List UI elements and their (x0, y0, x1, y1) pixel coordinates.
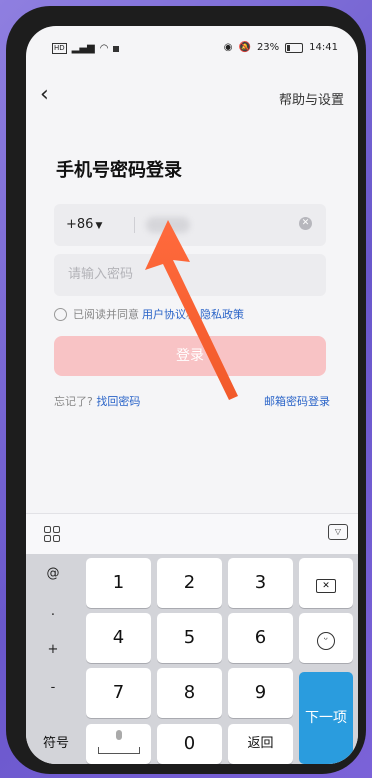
space-key[interactable] (86, 724, 151, 764)
notification-icon (113, 45, 120, 52)
and-text: 和 (186, 308, 197, 321)
agree-checkbox[interactable] (54, 307, 67, 321)
keyboard-toolbar: ▽ (26, 513, 358, 554)
key-plus[interactable]: + (30, 642, 76, 657)
key-5[interactable]: 5 (157, 613, 222, 663)
backspace-icon: ✕ (316, 579, 336, 593)
clear-icon[interactable]: ✕ (299, 217, 312, 230)
key-3[interactable]: 3 (228, 558, 293, 608)
country-code-selector[interactable]: +86 ▼ (66, 217, 102, 232)
key-2[interactable]: 2 (157, 558, 222, 608)
numeric-keyboard: @ . + - 1 2 3 4 5 6 7 8 9 ✕ ᵕ 下一项 符号 0 返… (26, 554, 358, 764)
apps-grid-icon[interactable] (44, 526, 60, 542)
phone-frame: HD ▂▄▆ ◠ ◉ 🔕 23% 14:41 ‹ 帮助与设置 手机号密码登录 +… (6, 6, 366, 774)
agreement-row: 已阅读并同意 用户协议 和 隐私政策 (54, 306, 244, 322)
key-4[interactable]: 4 (86, 613, 151, 663)
next-button[interactable]: 下一项 (299, 672, 353, 764)
space-icon (97, 747, 140, 754)
status-bar: HD ▂▄▆ ◠ ◉ 🔕 23% 14:41 (26, 26, 358, 58)
password-field-container (54, 254, 326, 296)
page-title: 手机号密码登录 (56, 160, 182, 181)
smiley-icon: ᵕ (317, 632, 335, 650)
hd-badge: HD (52, 43, 67, 54)
signal-icon: ▂▄▆ (71, 43, 95, 54)
battery-icon (285, 42, 304, 53)
user-agreement-link[interactable]: 用户协议 (142, 306, 186, 322)
wifi-icon: ◠ (99, 43, 109, 54)
key-dot[interactable]: . (30, 604, 76, 619)
agree-prefix: 已阅读并同意 (73, 308, 139, 321)
symbols-key[interactable]: 符号 (30, 724, 82, 764)
key-1[interactable]: 1 (86, 558, 151, 608)
help-settings-link[interactable]: 帮助与设置 (279, 89, 344, 108)
emoji-key[interactable]: ᵕ (299, 613, 353, 663)
screen: HD ▂▄▆ ◠ ◉ 🔕 23% 14:41 ‹ 帮助与设置 手机号密码登录 +… (26, 26, 358, 764)
eye-icon: ◉ (223, 42, 233, 53)
forgot-password-row: 忘记了? 找回密码 (54, 393, 140, 409)
recover-password-link[interactable]: 找回密码 (96, 395, 140, 408)
forgot-prefix: 忘记了? (54, 395, 93, 408)
key-7[interactable]: 7 (86, 668, 151, 718)
key-9[interactable]: 9 (228, 668, 293, 718)
delete-key[interactable]: ✕ (299, 558, 353, 608)
microphone-icon (115, 730, 122, 740)
key-minus[interactable]: - (30, 680, 76, 695)
hide-keyboard-icon[interactable]: ▽ (328, 524, 348, 540)
email-login-link[interactable]: 邮箱密码登录 (264, 393, 330, 409)
privacy-policy-link[interactable]: 隐私政策 (200, 306, 244, 322)
caret-down-icon: ▼ (95, 221, 103, 231)
key-at[interactable]: @ (30, 566, 76, 581)
divider (134, 217, 135, 233)
key-6[interactable]: 6 (228, 613, 293, 663)
key-0[interactable]: 0 (157, 724, 222, 764)
return-key[interactable]: 返回 (228, 724, 293, 764)
battery-percent: 23% (256, 42, 280, 53)
clock: 14:41 (309, 42, 338, 53)
back-button[interactable]: ‹ (40, 84, 49, 106)
phone-number-value-blurred (146, 217, 190, 233)
login-button[interactable]: 登录 (54, 336, 326, 376)
key-8[interactable]: 8 (157, 668, 222, 718)
phone-number-field[interactable]: +86 ▼ ✕ (54, 204, 326, 246)
mute-icon: 🔕 (238, 42, 251, 53)
password-input[interactable] (66, 266, 310, 283)
